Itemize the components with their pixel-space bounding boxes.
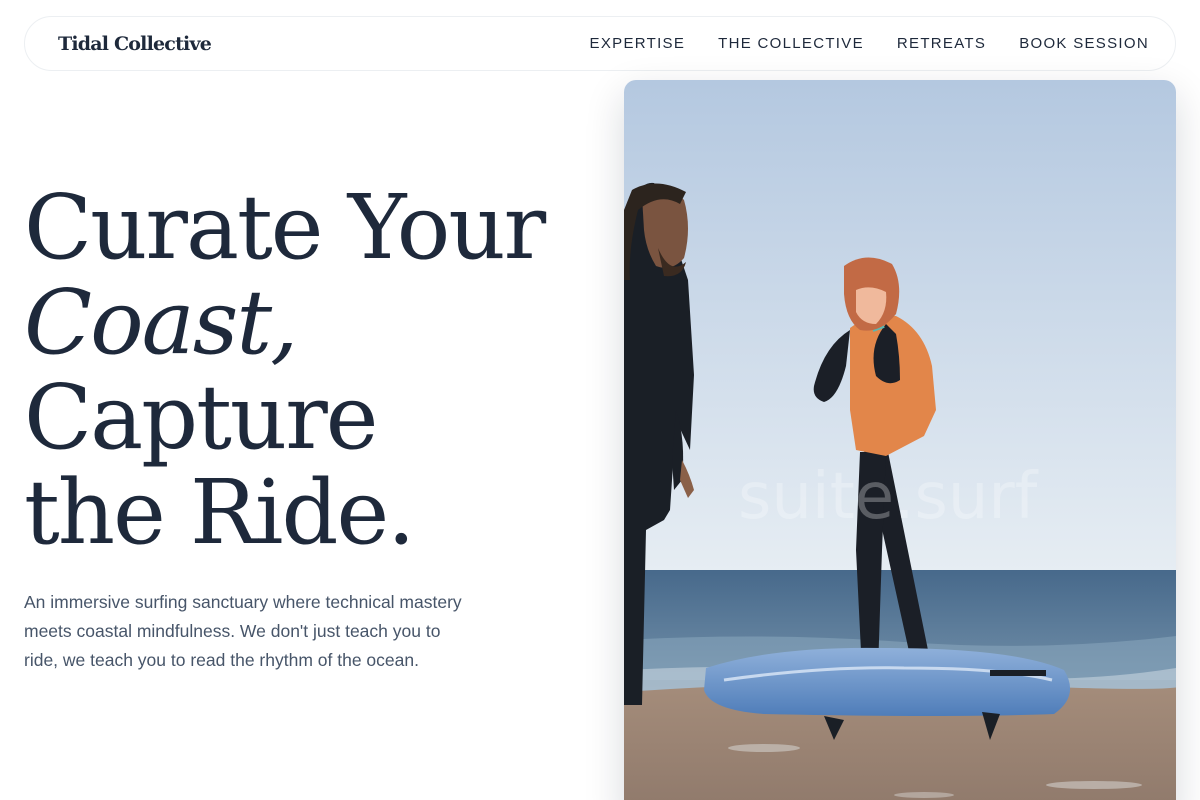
hero-photo: suite.surf <box>624 80 1176 800</box>
brand-logo[interactable]: Tidal Collective <box>58 33 212 55</box>
nav-links: EXPERTISE THE COLLECTIVE RETREATS BOOK S… <box>590 35 1149 52</box>
top-navigation: Tidal Collective EXPERTISE THE COLLECTIV… <box>24 16 1176 71</box>
nav-link-retreats[interactable]: RETREATS <box>897 35 986 52</box>
hero-title-line-4: the Ride. <box>24 460 415 564</box>
surf-instructors-photo: suite.surf <box>624 80 1176 800</box>
nav-link-expertise[interactable]: EXPERTISE <box>590 35 686 52</box>
hero-title-line-1: Curate Your <box>24 175 546 279</box>
hero-title-line-2: Coast, <box>24 270 298 374</box>
hero-subtitle: An immersive surfing sanctuary where tec… <box>24 592 462 670</box>
watermark-text: suite.surf <box>738 460 1039 534</box>
nav-link-book-session[interactable]: BOOK SESSION <box>1019 35 1149 52</box>
nav-link-the-collective[interactable]: THE COLLECTIVE <box>718 35 864 52</box>
hero-title-line-3: Capture <box>24 365 378 469</box>
hero-title: Curate Your Coast, Capture the Ride. <box>24 180 604 560</box>
